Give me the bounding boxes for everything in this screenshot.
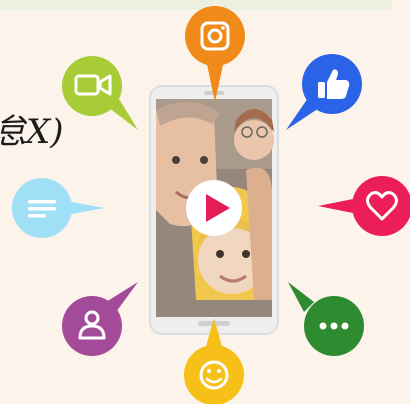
heart-bubble[interactable] [318, 176, 410, 236]
video-bubble[interactable] [62, 56, 138, 130]
play-button[interactable] [186, 180, 242, 236]
phone [149, 85, 279, 335]
like-bubble[interactable] [286, 54, 362, 130]
social-media-illustration [12, 6, 410, 404]
message-bubble[interactable] [12, 178, 104, 238]
more-icon [319, 322, 349, 330]
more-bubble[interactable] [288, 282, 364, 356]
profile-bubble[interactable] [62, 282, 138, 356]
